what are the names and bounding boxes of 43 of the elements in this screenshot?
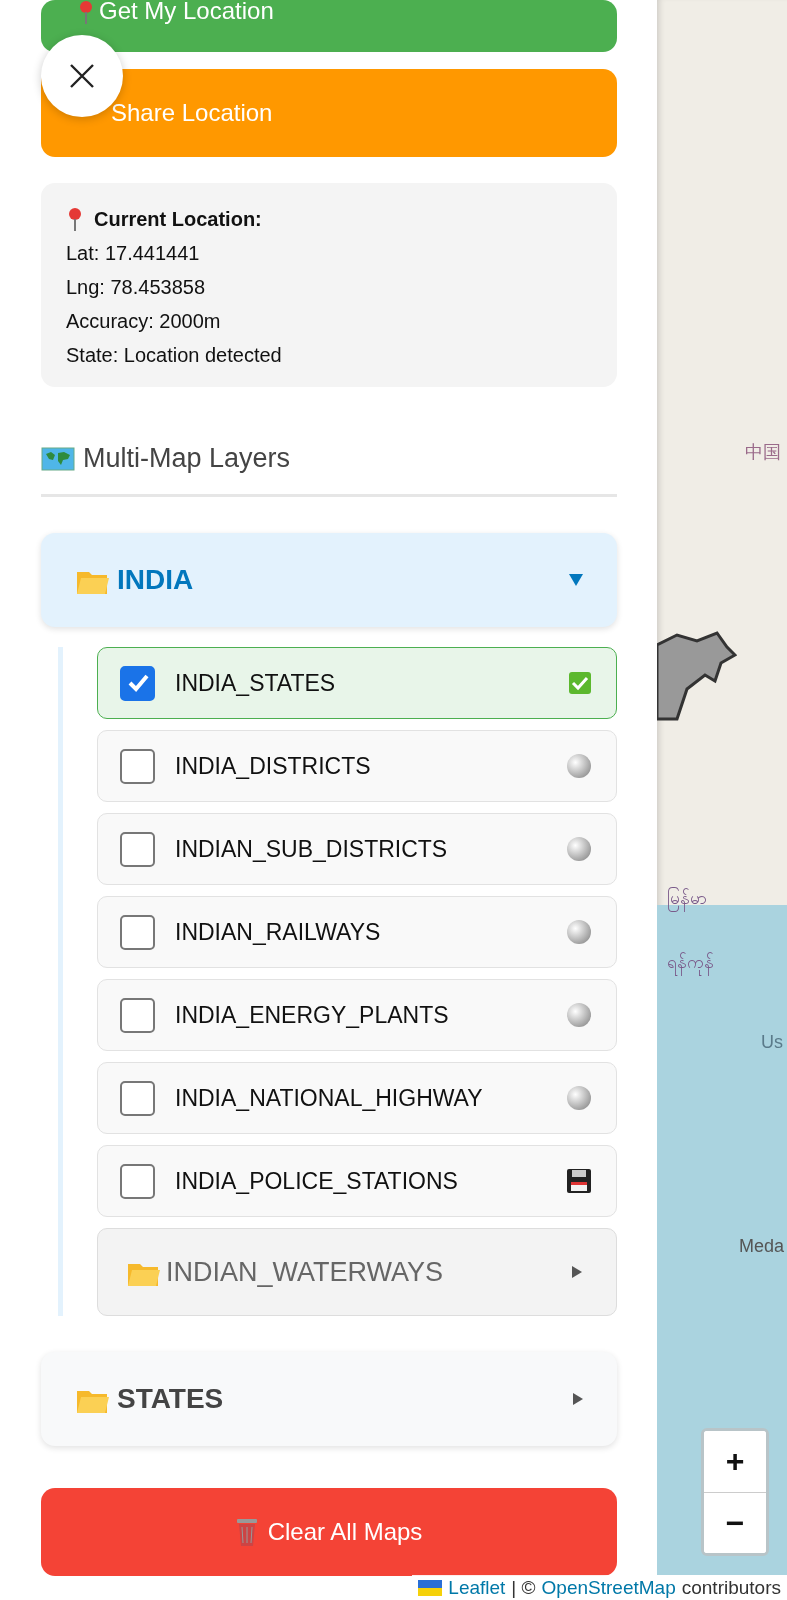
map-label: ရန်ကုန် bbox=[667, 950, 714, 977]
location-detail: Accuracy: 2000m bbox=[66, 310, 222, 333]
checkbox[interactable] bbox=[120, 997, 155, 1033]
caret-right-icon bbox=[573, 1393, 583, 1405]
layer-item[interactable]: INDIAN_RAILWAYS bbox=[97, 896, 617, 968]
flag-icon bbox=[418, 1579, 443, 1596]
checkbox[interactable] bbox=[120, 831, 155, 867]
checkbox[interactable] bbox=[120, 914, 155, 950]
layer-item[interactable]: INDIA_ENERGY_PLANTS bbox=[97, 979, 617, 1051]
map-label: မြန်မာ bbox=[667, 886, 707, 913]
attribution-link[interactable]: OpenStreetMap bbox=[541, 1576, 676, 1599]
attribution-text: contributors bbox=[681, 1576, 781, 1599]
zoom-out-button[interactable]: − bbox=[704, 1492, 766, 1553]
map-label: Us bbox=[761, 1032, 783, 1053]
checkbox[interactable] bbox=[120, 1163, 155, 1199]
location-detail: Lat: 17.441441 bbox=[66, 242, 201, 265]
layer-item[interactable]: INDIA_NATIONAL_HIGHWAY bbox=[97, 1062, 617, 1134]
location-title: Current Location: bbox=[94, 207, 262, 231]
pin-icon bbox=[77, 0, 95, 24]
layer-group-header[interactable]: INDIA bbox=[41, 533, 617, 627]
layer-item[interactable]: INDIA_STATES bbox=[97, 647, 617, 719]
section-heading: Multi-Map Layers bbox=[83, 443, 291, 474]
sub-folder-header[interactable]: INDIAN_WATERWAYS bbox=[97, 1228, 617, 1316]
map-label: Meda bbox=[739, 1236, 785, 1257]
map-label: 中国 bbox=[745, 441, 781, 464]
checkbox[interactable] bbox=[120, 665, 155, 701]
attribution-text: | © bbox=[511, 1576, 536, 1599]
location-detail: State: Location detected bbox=[66, 344, 283, 367]
close-icon bbox=[69, 63, 95, 89]
location-detail: Lng: 78.453858 bbox=[66, 276, 207, 299]
layer-item[interactable]: INDIAN_SUB_DISTRICTS bbox=[97, 813, 617, 885]
clear-maps-button[interactable]: Clear All Maps bbox=[41, 1488, 617, 1576]
checkbox[interactable] bbox=[120, 748, 155, 784]
layer-item[interactable]: INDIA_DISTRICTS bbox=[97, 730, 617, 802]
checkbox[interactable] bbox=[120, 1080, 155, 1116]
layer-group-header[interactable]: STATES bbox=[41, 1352, 617, 1446]
pin-icon bbox=[66, 207, 84, 231]
attribution-link[interactable]: Leaflet bbox=[448, 1576, 506, 1599]
trash-can-icon bbox=[235, 1517, 258, 1547]
caret-down-icon bbox=[569, 574, 583, 586]
caret-right-icon bbox=[572, 1266, 582, 1278]
world-map-icon bbox=[41, 445, 75, 472]
layer-item[interactable]: INDIA_POLICE_STATIONS bbox=[97, 1145, 617, 1217]
